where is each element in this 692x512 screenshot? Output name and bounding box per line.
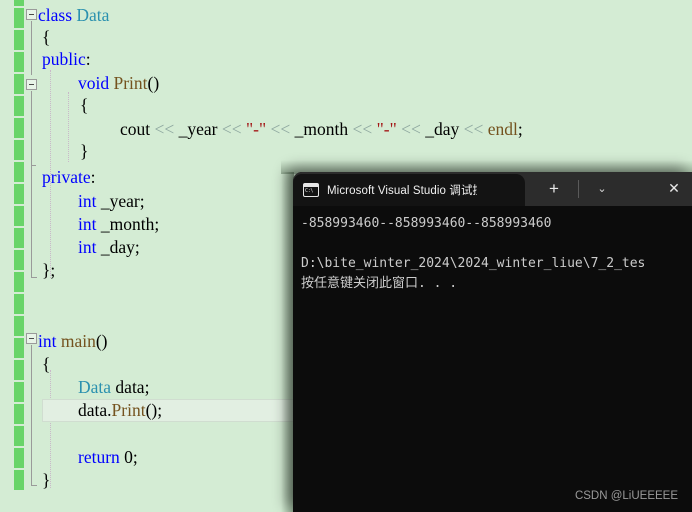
fold-toggle-main[interactable] xyxy=(26,333,37,344)
console-output-area[interactable]: -858993460--858993460--858993460 D:\bite… xyxy=(293,206,692,512)
fold-toggle-print[interactable] xyxy=(26,79,37,90)
change-bar-segment xyxy=(14,382,24,402)
indent-guide xyxy=(68,92,69,162)
fold-guide-foot xyxy=(31,277,37,278)
chevron-down-icon[interactable]: ⌄ xyxy=(593,180,611,198)
code-line[interactable]: { xyxy=(42,353,50,376)
console-output-line: 按任意键关闭此窗口. . . xyxy=(301,274,692,294)
fold-guide-line xyxy=(31,345,32,485)
change-bar-segment xyxy=(14,206,24,226)
new-tab-icon[interactable]: + xyxy=(545,180,563,198)
console-output-line: D:\bite_winter_2024\2024_winter_liue\7_2… xyxy=(301,254,692,274)
code-line[interactable]: return 0; xyxy=(78,446,138,469)
console-window-icon xyxy=(303,183,319,197)
console-tab-active[interactable]: Microsoft Visual Studio 调试控制台 xyxy=(293,174,525,206)
change-bar-segment xyxy=(14,8,24,28)
change-bar-segment xyxy=(14,250,24,270)
code-line[interactable]: int _year; xyxy=(78,190,145,213)
change-bar-segment xyxy=(14,184,24,204)
code-line[interactable]: } xyxy=(80,140,88,163)
console-titlebar[interactable]: Microsoft Visual Studio 调试控制台 ✕ + ⌄ xyxy=(293,172,692,206)
fold-guide-line xyxy=(31,165,32,277)
code-line[interactable]: int main() xyxy=(38,330,108,353)
code-line[interactable]: { xyxy=(80,94,88,117)
change-bar-segment xyxy=(14,338,24,358)
code-line[interactable]: private: xyxy=(42,166,95,189)
change-bar-segment xyxy=(14,162,24,182)
fold-guide-line xyxy=(31,91,32,165)
code-line[interactable]: } xyxy=(42,469,50,492)
debug-console-window[interactable]: Microsoft Visual Studio 调试控制台 ✕ + ⌄ -858… xyxy=(293,172,692,512)
fold-guide-foot xyxy=(31,485,37,486)
change-bar-segment xyxy=(14,448,24,468)
change-bar-segment xyxy=(14,316,24,336)
code-line[interactable]: void Print() xyxy=(78,72,159,95)
watermark-text: CSDN @LiUEEEEE xyxy=(575,490,678,502)
code-line[interactable]: Data data; xyxy=(78,376,149,399)
code-line[interactable]: }; xyxy=(42,259,55,282)
change-bar-segment xyxy=(14,470,24,490)
code-line[interactable]: cout << _year << "-" << _month << "-" <<… xyxy=(120,118,523,141)
change-bar-segment xyxy=(14,52,24,72)
code-line[interactable]: int _day; xyxy=(78,236,140,259)
screenshot-root: class Data { public: void Print() { cout… xyxy=(0,0,692,512)
console-output-line: -858993460--858993460--858993460 xyxy=(301,214,692,234)
code-line[interactable]: { xyxy=(42,26,50,49)
change-bar-segment xyxy=(14,118,24,138)
change-bar-segment xyxy=(14,0,24,6)
change-bar-segment xyxy=(14,140,24,160)
change-bar-segment xyxy=(14,74,24,94)
code-line-current[interactable]: data.Print(); xyxy=(78,399,162,422)
change-bar-segment xyxy=(14,228,24,248)
code-line[interactable]: class Data xyxy=(38,4,109,27)
console-output-blank-line xyxy=(301,234,692,254)
close-icon[interactable]: ✕ xyxy=(667,181,681,195)
console-tab-title: Microsoft Visual Studio 调试控制台 xyxy=(327,182,477,198)
change-bar-segment xyxy=(14,426,24,446)
toolbar-divider xyxy=(578,180,579,198)
change-bar-segment xyxy=(14,272,24,292)
change-bar-segment xyxy=(14,294,24,314)
change-bar-segment xyxy=(14,404,24,424)
code-line[interactable]: public: xyxy=(42,48,91,71)
change-bar-segment xyxy=(14,30,24,50)
fold-guide-line xyxy=(31,21,32,75)
change-bar-segment xyxy=(14,360,24,380)
fold-toggle-class[interactable] xyxy=(26,9,37,20)
code-line[interactable]: int _month; xyxy=(78,213,159,236)
change-bar-segment xyxy=(14,96,24,116)
